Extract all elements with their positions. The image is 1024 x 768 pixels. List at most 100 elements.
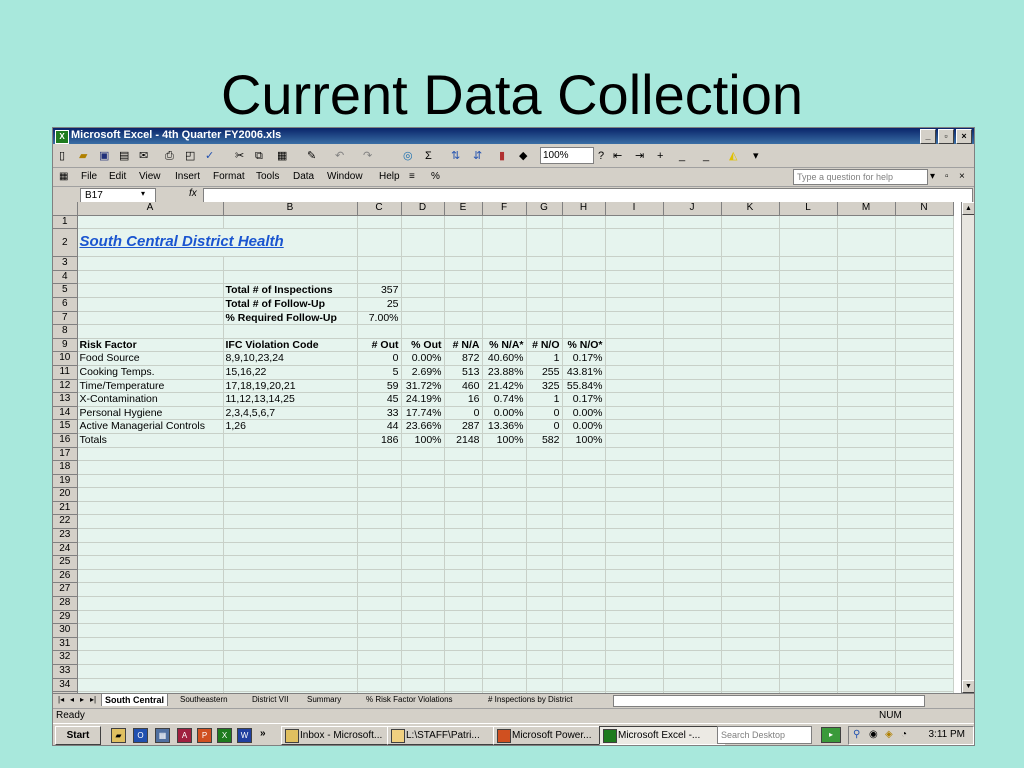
cell[interactable] <box>721 528 780 543</box>
underline-border-icon[interactable]: _ <box>679 148 685 164</box>
security-icon[interactable]: ◈ <box>885 729 893 740</box>
cell[interactable] <box>663 678 722 693</box>
cell[interactable] <box>837 501 896 516</box>
cell[interactable]: 325 <box>526 379 563 394</box>
row-header[interactable]: 24 <box>53 542 78 557</box>
cell[interactable] <box>837 419 896 434</box>
cell[interactable] <box>223 447 358 462</box>
network-icon[interactable]: ◉ <box>869 729 878 740</box>
tab-district-vii[interactable]: District VII <box>249 694 291 706</box>
cell[interactable]: 44 <box>357 419 402 434</box>
quicklaunch-folder-icon[interactable]: ▰ <box>111 728 126 743</box>
cell[interactable] <box>77 256 224 271</box>
cell[interactable] <box>721 610 780 625</box>
redo-icon[interactable]: ↷ <box>363 148 372 164</box>
cell[interactable]: 25 <box>357 297 402 312</box>
task-excel[interactable]: Microsoft Excel -... <box>599 726 725 745</box>
row-header[interactable]: 6 <box>53 297 78 312</box>
cell[interactable] <box>605 610 664 625</box>
row-header[interactable]: 27 <box>53 582 78 598</box>
select-all-corner[interactable] <box>53 202 78 216</box>
start-button[interactable]: Start <box>55 726 101 745</box>
cell[interactable] <box>444 270 483 285</box>
insert-function-button[interactable]: fx <box>189 188 197 199</box>
cell[interactable] <box>401 623 445 638</box>
cell[interactable] <box>779 338 838 353</box>
cell[interactable]: 0.74% <box>482 392 527 407</box>
cell[interactable] <box>77 528 224 543</box>
cell[interactable] <box>721 338 780 353</box>
cell[interactable] <box>401 610 445 625</box>
cell[interactable] <box>895 501 954 516</box>
cell[interactable] <box>895 406 954 421</box>
horizontal-scrollbar[interactable] <box>613 695 925 707</box>
cell[interactable] <box>223 215 358 230</box>
cell[interactable]: 255 <box>526 365 563 380</box>
cell[interactable] <box>837 514 896 530</box>
cell[interactable] <box>562 501 606 516</box>
cell[interactable] <box>444 528 483 543</box>
cell[interactable] <box>663 514 722 530</box>
cell[interactable] <box>779 678 838 693</box>
cell[interactable] <box>401 569 445 584</box>
cell[interactable]: % Required Follow-Up <box>223 311 358 326</box>
cell[interactable] <box>721 637 780 652</box>
cell[interactable] <box>779 555 838 570</box>
cell[interactable] <box>526 324 563 339</box>
cell[interactable] <box>837 650 896 665</box>
cell[interactable]: 287 <box>444 419 483 434</box>
cell[interactable] <box>223 501 358 516</box>
cell[interactable] <box>482 228 527 258</box>
cell[interactable] <box>401 215 445 230</box>
cell[interactable] <box>77 582 224 598</box>
cell[interactable] <box>526 650 563 665</box>
cell[interactable]: % N/A* <box>482 338 527 353</box>
cell[interactable] <box>837 256 896 271</box>
cell[interactable] <box>779 379 838 394</box>
row-header[interactable]: 2 <box>53 228 78 258</box>
cell[interactable] <box>663 297 722 312</box>
cell[interactable] <box>663 664 722 679</box>
cell[interactable] <box>401 637 445 652</box>
cell[interactable]: 0.00% <box>562 406 606 421</box>
cell[interactable] <box>837 623 896 638</box>
row-header[interactable]: 17 <box>53 447 78 462</box>
cell[interactable] <box>562 311 606 326</box>
cell[interactable] <box>77 542 224 557</box>
cell[interactable] <box>401 283 445 298</box>
cell[interactable] <box>721 555 780 570</box>
cell[interactable] <box>223 637 358 652</box>
tab-scroll-next-icon[interactable]: ▸ <box>77 694 87 706</box>
scroll-down-icon[interactable]: ▼ <box>962 680 974 693</box>
column-header[interactable]: B <box>223 202 358 216</box>
font-color-icon[interactable]: ▾ <box>753 148 759 164</box>
cell[interactable] <box>357 596 402 611</box>
cell[interactable] <box>605 283 664 298</box>
cell[interactable] <box>526 582 563 598</box>
column-header[interactable]: L <box>779 202 838 216</box>
cell[interactable] <box>444 610 483 625</box>
cell[interactable] <box>77 311 224 326</box>
cell[interactable]: % N/O* <box>562 338 606 353</box>
cell[interactable] <box>837 432 896 448</box>
cell[interactable] <box>357 487 402 502</box>
quicklaunch-calendar-icon[interactable]: ▦ <box>155 728 170 743</box>
cell[interactable] <box>562 610 606 625</box>
cell[interactable] <box>721 432 780 448</box>
formula-input[interactable] <box>203 188 973 203</box>
cell[interactable]: X-Contamination <box>77 392 224 407</box>
drawing-icon[interactable]: ◆ <box>519 148 527 164</box>
cell[interactable] <box>562 447 606 462</box>
volume-icon[interactable]: ◔ <box>901 729 907 740</box>
cell[interactable] <box>837 283 896 298</box>
row-header[interactable]: 32 <box>53 650 78 665</box>
row-header[interactable]: 31 <box>53 637 78 652</box>
cell[interactable]: 13.36% <box>482 419 527 434</box>
row-header[interactable]: 12 <box>53 379 78 394</box>
cell[interactable] <box>444 228 483 258</box>
cell[interactable] <box>837 474 896 489</box>
cell[interactable] <box>444 324 483 339</box>
cell[interactable] <box>357 610 402 625</box>
row-header[interactable]: 4 <box>53 270 78 285</box>
column-header[interactable]: M <box>837 202 896 216</box>
